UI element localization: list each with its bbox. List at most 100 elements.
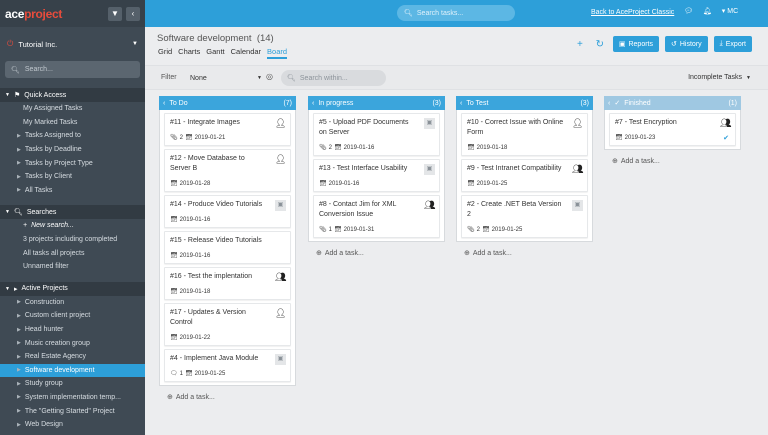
sidebar-search-input[interactable]: 🔍︎ Search... xyxy=(5,61,140,78)
task-due-date: 2019-01-21 xyxy=(194,134,226,141)
sidebar-item-label: Tasks by Client xyxy=(24,173,72,181)
sidebar-section-0[interactable]: ▼ ⚑ Quick Access xyxy=(0,88,145,102)
sidebar-item[interactable]: ▶ Real Estate Agency xyxy=(0,350,145,364)
app-logo[interactable]: aceproject xyxy=(5,7,62,21)
sidebar-item[interactable]: ▶ The "Getting Started" Project xyxy=(0,404,145,418)
status-filter-select[interactable]: Incomplete Tasks ▼ xyxy=(688,74,751,81)
task-due-date: 2019-01-16 xyxy=(179,216,211,223)
caret-right-icon: ▶ xyxy=(17,408,21,415)
sidebar-item[interactable]: My Marked Tasks xyxy=(0,116,145,130)
sidebar-item[interactable]: ▶ Head hunter xyxy=(0,323,145,337)
task-card[interactable]: #12 - Move Database to Server B 📅︎ 2019-01… xyxy=(164,149,291,192)
sidebar-item[interactable]: My Assigned Tasks xyxy=(0,102,145,116)
sidebar-item[interactable]: ▶ Software development xyxy=(0,363,145,378)
sidebar-section-2[interactable]: ▼ ▸ Active Projects xyxy=(0,281,145,296)
sidebar-item[interactable]: All tasks all projects xyxy=(0,246,145,260)
task-card[interactable]: #7 - Test Encryption 📅︎ 2019-01-23 👥︎ ✔ xyxy=(609,113,736,146)
task-meta-count: 1 xyxy=(328,226,332,233)
task-card[interactable]: #5 - Upload PDF Documents on Server 📎︎ 2 📅︎… xyxy=(313,113,440,156)
sidebar-section-1[interactable]: ▼ 🔍︎ Searches xyxy=(0,205,145,220)
refresh-icon[interactable]: ↻ xyxy=(593,39,607,50)
folder-icon: ▸ xyxy=(13,285,18,293)
sidebar-item-label: All tasks all projects xyxy=(23,249,85,257)
sidebar-item[interactable]: ▶ Tasks by Deadline xyxy=(0,143,145,157)
add-task-link[interactable]: ⊕ Add a task... xyxy=(308,242,445,264)
tab-gantt[interactable]: Gantt xyxy=(206,47,224,59)
sidebar-item[interactable]: Unnamed filter xyxy=(0,260,145,274)
chevron-left-icon[interactable]: ‹ xyxy=(312,100,314,107)
sidebar-item[interactable]: ▶ System implementation temp... xyxy=(0,391,145,405)
column-count: (3) xyxy=(580,99,589,107)
search-within-input[interactable]: 🔍︎ Search within... xyxy=(281,70,386,86)
task-card[interactable]: #11 - Integrate Images 📎︎ 2 📅︎ 2019-01-21 👤︎ xyxy=(164,113,291,146)
sidebar-item[interactable]: ▶ All Tasks xyxy=(0,184,145,198)
reports-icon: ▣ xyxy=(618,41,626,48)
user-menu[interactable]: ▾ MC xyxy=(722,7,738,15)
task-card[interactable]: #14 - Produce Video Tutorials 📅︎ 2019-01-1… xyxy=(164,195,291,228)
history-button[interactable]: ↺ History xyxy=(665,36,708,52)
sidebar-item[interactable]: ▶ Tasks by Project Type xyxy=(0,156,145,170)
task-card[interactable]: #17 - Updates & Version Control 📅︎ 2019-01… xyxy=(164,303,291,346)
chat-icon[interactable]: 💬︎ xyxy=(684,7,693,15)
sidebar-section-title: Searches xyxy=(26,208,57,216)
caret-right-icon: ▶ xyxy=(17,421,21,428)
sidebar-item[interactable]: ▶ Study group xyxy=(0,377,145,391)
task-card[interactable]: #13 - Test Interface Usability 📅︎ 2019-01-… xyxy=(313,159,440,192)
chevron-left-icon[interactable]: ‹ xyxy=(163,100,165,107)
sidebar-item[interactable]: ▶ Tasks by Client xyxy=(0,170,145,184)
sidebar-item[interactable]: ▶ Music creation group xyxy=(0,336,145,350)
bell-icon[interactable]: 🔔︎ xyxy=(703,7,712,15)
column-header[interactable]: ‹ To Do (7) xyxy=(159,96,296,110)
organization-selector[interactable]: ⏻ Tutorial Inc. ▼ xyxy=(0,27,145,61)
task-due-date: 2019-01-22 xyxy=(179,334,211,341)
task-card[interactable]: #8 - Contact Jim for XML Conversion Issu… xyxy=(313,195,440,238)
task-card[interactable]: #15 - Release Video Tutorials 📅︎ 2019-01-1… xyxy=(164,231,291,264)
calendar-icon: 📅︎ xyxy=(319,181,327,187)
task-due-date: 2019-01-25 xyxy=(194,370,226,377)
column-header[interactable]: ‹ ✓ Finished (1) xyxy=(604,96,741,110)
logo-text-a: ace xyxy=(5,6,25,21)
task-card[interactable]: #4 - Implement Java Module 🗨︎ 1 📅︎ 2019-01-2… xyxy=(164,349,291,382)
task-card[interactable]: #16 - Test the implentation 📅︎ 2019-01-18 👥… xyxy=(164,267,291,300)
collapse-sidebar-icon[interactable]: ‹ xyxy=(126,6,140,21)
sidebar-item[interactable]: ▶ Custom client project xyxy=(0,309,145,323)
add-icon: ⊕ xyxy=(316,250,322,257)
tab-charts[interactable]: Charts xyxy=(178,47,200,59)
pin-icon[interactable]: ▼ xyxy=(108,6,122,21)
calendar-icon: 📅︎ xyxy=(170,289,178,295)
add-task-link[interactable]: ⊕ Add a task... xyxy=(159,386,296,408)
add-task-link[interactable]: ⊕ Add a task... xyxy=(456,242,593,264)
sidebar-item[interactable]: 3 projects including completed xyxy=(0,233,145,247)
avatar: 👤︎ xyxy=(275,154,287,164)
reports-button[interactable]: ▣ Reports xyxy=(612,36,659,52)
task-due-date: 2019-01-16 xyxy=(343,144,375,151)
tab-grid[interactable]: Grid xyxy=(158,47,172,59)
avatar: 👤︎ xyxy=(275,308,287,318)
task-meta-count: 2 xyxy=(476,226,480,233)
task-search-input[interactable]: 🔍︎ Search tasks... xyxy=(397,5,515,21)
logo-text-b: project xyxy=(24,6,63,21)
export-button[interactable]: ⤓ Export xyxy=(713,36,752,52)
sidebar-item[interactable]: ▶ Web Design xyxy=(0,418,145,432)
add-task-link[interactable]: ⊕ Add a task... xyxy=(604,150,741,172)
tab-calendar[interactable]: Calendar xyxy=(231,47,261,59)
sidebar-sections: ▼ ⚑ Quick Access My Assigned Tasks My Marked… xyxy=(0,88,145,431)
task-card[interactable]: #2 - Create .NET Beta Version 2 📎︎ 2 📅︎ 2019… xyxy=(461,195,588,238)
column-header[interactable]: ‹ In progress (3) xyxy=(308,96,445,110)
status-filter-value: Incomplete Tasks xyxy=(688,74,743,81)
sidebar-item[interactable]: ▶ Tasks Assigned to xyxy=(0,129,145,143)
sidebar-item-label: Web Design xyxy=(24,421,63,429)
sidebar-item[interactable]: + New search... xyxy=(0,219,145,233)
tab-board[interactable]: Board xyxy=(267,47,288,59)
filter-select[interactable]: None ▼ xyxy=(190,71,262,85)
chevron-left-icon[interactable]: ‹ xyxy=(460,100,462,107)
sidebar-item-label: New search... xyxy=(31,222,74,230)
back-to-classic-link[interactable]: Back to AceProject Classic xyxy=(591,9,674,16)
sidebar-item[interactable]: ▶ Construction xyxy=(0,296,145,310)
task-card[interactable]: #10 - Correct Issue with Online Form 📅︎ 20… xyxy=(461,113,588,156)
column-header[interactable]: ‹ To Test (3) xyxy=(456,96,593,110)
add-icon[interactable]: + xyxy=(573,39,587,50)
task-card[interactable]: #9 - Test Intranet Compatibility 📅︎ 2019-0… xyxy=(461,159,588,192)
chevron-left-icon[interactable]: ‹ xyxy=(608,100,610,107)
filter-settings-icon[interactable]: ◎ xyxy=(266,72,273,81)
